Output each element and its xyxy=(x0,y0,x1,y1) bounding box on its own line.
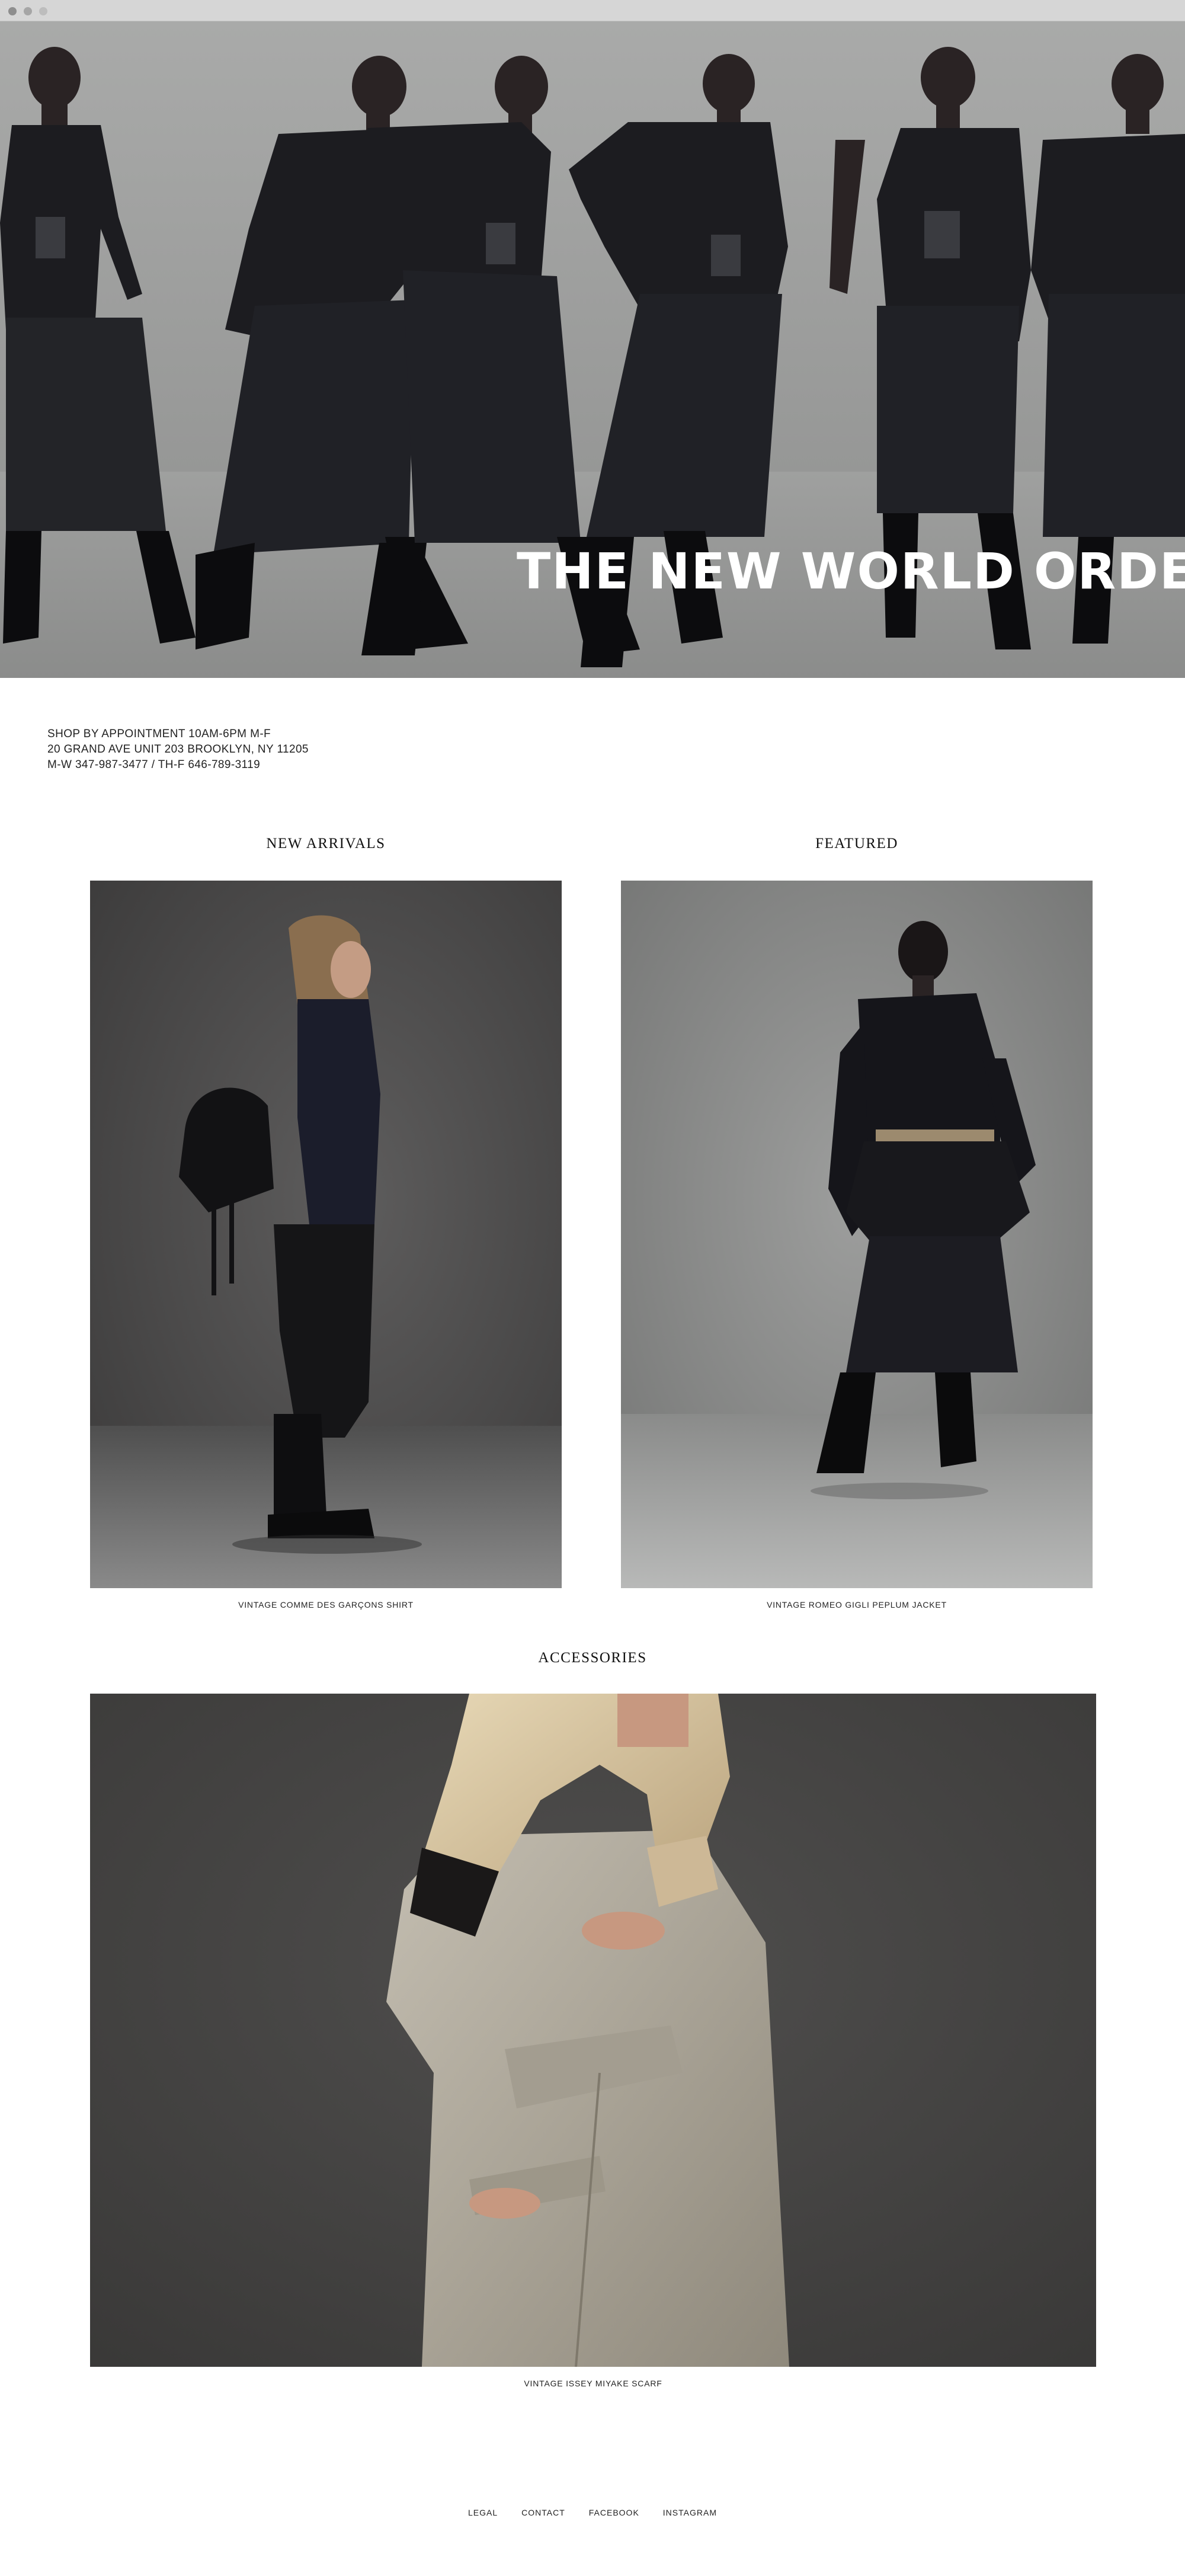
new-arrivals-caption[interactable]: VINTAGE COMME DES GARÇONS SHIRT xyxy=(90,1600,562,1609)
section-heading-featured[interactable]: FEATURED xyxy=(621,836,1093,852)
minimize-window-icon[interactable] xyxy=(24,7,32,15)
browser-chrome xyxy=(0,0,1185,21)
footer-link-facebook[interactable]: FACEBOOK xyxy=(589,2508,639,2517)
maximize-window-icon[interactable] xyxy=(39,7,47,15)
close-window-icon[interactable] xyxy=(8,7,17,15)
store-address: 20 GRAND AVE UNIT 203 BROOKLYN, NY 11205 xyxy=(47,743,309,756)
section-heading-accessories[interactable]: ACCESSORIES xyxy=(90,1650,1095,1666)
section-heading-new-arrivals[interactable]: NEW ARRIVALS xyxy=(90,836,562,852)
featured-caption[interactable]: VINTAGE ROMEO GIGLI PEPLUM JACKET xyxy=(621,1600,1093,1609)
store-hours: SHOP BY APPOINTMENT 10AM-6PM M-F xyxy=(47,728,271,740)
accessories-photo[interactable] xyxy=(90,1694,1096,2367)
store-phone: M-W 347-987-3477 / TH-F 646-789-3119 xyxy=(47,759,261,771)
new-arrivals-photo[interactable] xyxy=(90,881,562,1588)
store-info: SHOP BY APPOINTMENT 10AM-6PM M-F 20 GRAN… xyxy=(47,727,309,773)
footer-link-legal[interactable]: LEGAL xyxy=(468,2508,498,2517)
hero-title: THE NEW WORLD ORDER xyxy=(517,542,1185,600)
accessories-caption[interactable]: VINTAGE ISSEY MIYAKE SCARF xyxy=(90,2379,1096,2388)
footer-link-instagram[interactable]: INSTAGRAM xyxy=(663,2508,717,2517)
footer-nav: LEGAL CONTACT FACEBOOK INSTAGRAM xyxy=(0,2508,1185,2517)
footer-link-contact[interactable]: CONTACT xyxy=(521,2508,565,2517)
hero-banner[interactable]: THE NEW WORLD ORDER xyxy=(0,21,1185,678)
featured-photo[interactable] xyxy=(621,881,1093,1588)
